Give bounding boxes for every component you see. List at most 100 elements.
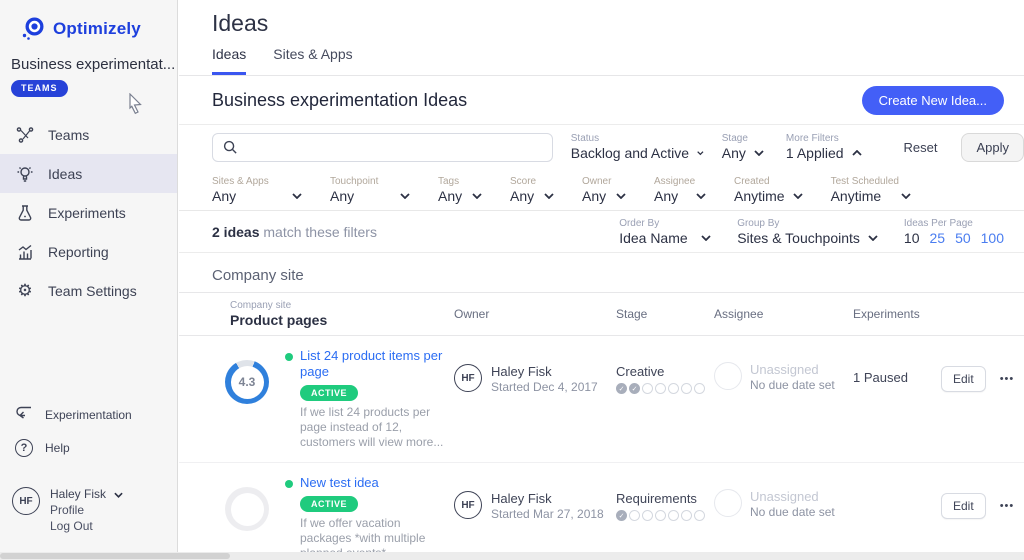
filter-more-filters[interactable]: More Filters 1 Applied [786, 133, 864, 161]
experimentation-label: Experimentation [45, 408, 132, 422]
create-new-idea-button[interactable]: Create New Idea... [862, 86, 1004, 115]
sidebar-footer: Experimentation ? Help HF Haley Fisk Pro… [0, 398, 177, 534]
unassigned-avatar [714, 489, 742, 517]
user-avatar[interactable]: HF [12, 487, 40, 515]
chevron-down-icon [472, 193, 482, 199]
gear-icon: ⚙ [15, 281, 35, 301]
match-count: 2 ideas match these filters [212, 224, 377, 240]
filter-value: Any [212, 188, 236, 204]
filter-test-scheduled[interactable]: Test Scheduled Anytime [831, 176, 911, 204]
sidebar-item-team-settings[interactable]: ⚙ Team Settings [0, 271, 177, 310]
scrollbar-thumb[interactable] [0, 553, 230, 559]
assignee-name: Unassigned [750, 489, 835, 505]
per-page-option-10[interactable]: 10 [904, 230, 920, 246]
stage-progress-dots: ✓ [616, 510, 714, 521]
filter-value: Any [438, 188, 462, 204]
sidebar-nav: Teams Ideas Experiments [0, 115, 177, 310]
sidebar-item-ideas[interactable]: Ideas [0, 154, 177, 193]
chevron-down-icon [754, 150, 764, 156]
per-page-option-100[interactable]: 100 [981, 230, 1004, 246]
filter-touchpoint[interactable]: Touchpoint Any [330, 176, 410, 204]
sidebar-item-teams[interactable]: Teams [0, 115, 177, 154]
more-menu-icon[interactable]: ••• [1000, 366, 1015, 385]
results-bar: 2 ideas match these filters Order By Ide… [179, 211, 1024, 253]
stage-name: Creative [616, 364, 714, 379]
search-input[interactable] [238, 140, 552, 155]
optimizely-logo[interactable]: Optimizely [0, 0, 177, 42]
sidebar-item-label: Teams [48, 127, 89, 143]
filter-tags[interactable]: Tags Any [438, 176, 482, 204]
per-page-option-50[interactable]: 50 [955, 230, 971, 246]
filter-label: Owner [582, 176, 626, 188]
filter-created[interactable]: Created Anytime [734, 176, 803, 204]
chevron-down-icon [793, 193, 803, 199]
idea-title-link[interactable]: New test idea [300, 475, 379, 491]
lightbulb-icon [15, 165, 35, 183]
status-badge: ACTIVE [300, 385, 358, 401]
filter-assignee[interactable]: Assignee Any [654, 176, 706, 204]
chevron-down-icon [400, 193, 410, 199]
experimentation-link[interactable]: Experimentation [0, 398, 177, 431]
edit-button[interactable]: Edit [941, 493, 986, 519]
sidebar-item-label: Reporting [48, 244, 109, 260]
filter-value: Any [330, 188, 354, 204]
user-menu[interactable]: Haley Fisk [50, 487, 123, 502]
app-window: Optimizely Business experimentat... TEAM… [0, 0, 1024, 560]
idea-row: 4.3 List 24 product items per page ACTIV… [179, 336, 1024, 463]
tab-sites-apps[interactable]: Sites & Apps [273, 46, 352, 75]
filter-label: Status [571, 133, 704, 145]
horizontal-scrollbar[interactable] [0, 552, 1024, 560]
owner-name: Haley Fisk [491, 364, 598, 380]
group-by-dropdown[interactable]: Group By Sites & Touchpoints [737, 218, 878, 246]
filter-sites-apps[interactable]: Sites & Apps Any [212, 176, 302, 204]
score-value: 4.3 [231, 366, 264, 399]
per-page-label: Ideas Per Page [904, 218, 1004, 230]
filter-label: Stage [722, 133, 768, 145]
chevron-down-icon [868, 235, 878, 241]
filter-owner[interactable]: Owner Any [582, 176, 626, 204]
filter-bar-primary: Status Backlog and Active Stage Any More… [179, 125, 1024, 169]
idea-title-link[interactable]: List 24 product items per page [300, 348, 454, 380]
order-by-value: Idea Name [619, 230, 687, 246]
idea-row: New test idea ACTIVE If we offer vacatio… [179, 463, 1024, 560]
chevron-down-icon [114, 492, 123, 498]
section-title: Business experimentation Ideas [212, 90, 467, 111]
owner-avatar: HF [454, 364, 482, 392]
reset-button[interactable]: Reset [904, 140, 938, 155]
assignee-name: Unassigned [750, 362, 835, 378]
help-link[interactable]: ? Help [0, 431, 177, 465]
chevron-down-icon [697, 150, 704, 156]
more-menu-icon[interactable]: ••• [1000, 493, 1015, 512]
owner-name: Haley Fisk [491, 491, 604, 507]
due-date: No due date set [750, 378, 835, 392]
filter-value: Any [654, 188, 678, 204]
sidebar-item-experiments[interactable]: Experiments [0, 193, 177, 232]
tab-bar: Ideas Sites & Apps [179, 46, 1024, 76]
help-label: Help [45, 441, 70, 455]
edit-button[interactable]: Edit [941, 366, 986, 392]
filter-value: Backlog and Active [571, 145, 689, 161]
apply-button[interactable]: Apply [961, 133, 1024, 162]
order-by-dropdown[interactable]: Order By Idea Name [619, 218, 711, 246]
score-ring: 4.3 [225, 360, 269, 404]
active-dot-icon [285, 353, 293, 361]
filter-status[interactable]: Status Backlog and Active [571, 133, 704, 161]
sidebar-item-reporting[interactable]: Reporting [0, 232, 177, 271]
search-box[interactable] [212, 133, 553, 162]
chevron-up-icon [852, 150, 862, 156]
filter-label: Assignee [654, 176, 706, 188]
group-title: Company site [212, 267, 1024, 292]
filter-score[interactable]: Score Any [510, 176, 554, 204]
user-block: HF Haley Fisk Profile Log Out [0, 465, 177, 534]
filter-label: Score [510, 176, 554, 188]
logout-link[interactable]: Log Out [50, 519, 123, 534]
filter-label: Tags [438, 176, 482, 188]
filter-stage[interactable]: Stage Any [722, 133, 768, 161]
tab-ideas[interactable]: Ideas [212, 46, 246, 75]
help-icon: ? [15, 439, 33, 457]
per-page-option-25[interactable]: 25 [929, 230, 945, 246]
filter-label: More Filters [786, 133, 864, 145]
filter-value: Any [722, 145, 746, 161]
profile-link[interactable]: Profile [50, 503, 123, 518]
filter-value: Anytime [734, 188, 785, 204]
